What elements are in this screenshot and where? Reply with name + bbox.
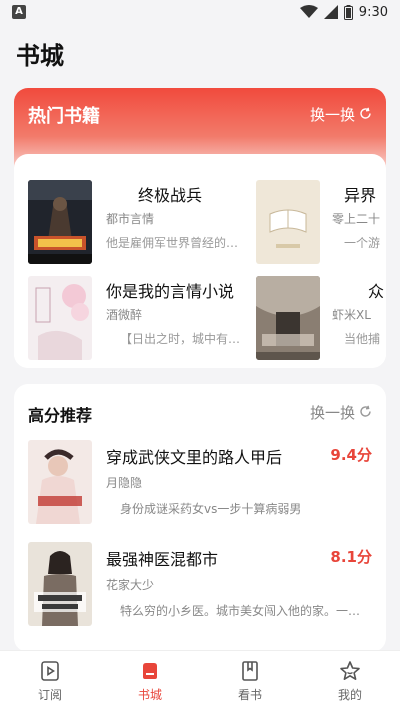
book-icon [239, 660, 261, 682]
tab-label: 书城 [137, 688, 162, 702]
tab-subscribe[interactable]: 订阅 [0, 651, 100, 712]
book-cover [28, 440, 92, 524]
tab-bookstore[interactable]: 书城 [100, 651, 200, 712]
book-cover [28, 276, 92, 360]
book-author: 月隐隐 [106, 476, 143, 490]
tab-mine[interactable]: 我的 [300, 651, 400, 712]
tab-label: 订阅 [37, 688, 62, 702]
book-score: 8.1分 [330, 548, 372, 566]
book-title: 众 [368, 282, 385, 301]
book-title: 你是我的言情小说 [106, 282, 235, 301]
refresh-icon [359, 404, 372, 422]
app-notification-icon: A [12, 5, 26, 19]
book-desc: 他是雇佣军世界曾经的… [106, 236, 239, 250]
tab-label: 看书 [237, 688, 262, 702]
book-cover [256, 180, 320, 264]
book-desc: 当他捕 [344, 332, 381, 346]
book-desc: 特么穷的小乡医。城市美女闯入他的家。一… [120, 604, 361, 618]
status-bar: A 9:30 [0, 0, 400, 24]
recommended-title: 高分推荐 [28, 406, 93, 425]
book-cover [28, 180, 92, 264]
book-author: 酒微醉 [106, 308, 143, 322]
book-desc: 身份成谜采药女vs一步十算病弱男 [120, 502, 302, 516]
recommended-item[interactable]: 穿成武侠文里的路人甲后 9.4分 月隐隐 身份成谜采药女vs一步十算病弱男 [28, 440, 372, 524]
refresh-label: 换一换 [309, 106, 355, 124]
recommended-card: 高分推荐 换一换 穿成武侠文里的路人甲后 9.4分 月隐隐 身份成谜采药女vs一… [14, 384, 386, 652]
recommended-item[interactable]: 最强神医混都市 8.1分 花家大少 特么穷的小乡医。城市美女闯入他的家。一… [28, 542, 372, 626]
book-title: 穿成武侠文里的路人甲后 [106, 448, 283, 467]
tab-reading[interactable]: 看书 [200, 651, 300, 712]
book-title: 最强神医混都市 [106, 550, 219, 569]
book-desc: 一个游 [344, 236, 381, 250]
bookstore-icon [139, 660, 161, 682]
recommended-refresh-button[interactable]: 换一换 [310, 402, 372, 423]
book-score: 9.4分 [330, 446, 372, 464]
book-cover [256, 276, 320, 360]
signal-icon [323, 5, 338, 19]
book-author: 零上二十 [332, 212, 381, 226]
book-cover [28, 542, 92, 626]
book-author: 虾米XL [332, 308, 371, 322]
wifi-icon [299, 5, 318, 19]
hot-books-title: 热门书籍 [28, 106, 100, 127]
book-title: 异界 [344, 186, 377, 205]
hot-books-refresh-button[interactable]: 换一换 [310, 104, 372, 125]
book-author: 花家大少 [106, 578, 155, 592]
star-icon [339, 660, 361, 682]
bottom-tab-bar: 订阅 书城 看书 我的 [0, 650, 400, 712]
hot-book-item[interactable]: 异界 零上二十 一个游 [256, 180, 386, 264]
status-time: 9:30 [358, 4, 388, 20]
book-desc: 【日出之时，城中有… [120, 332, 241, 346]
page-title: 书城 [16, 42, 64, 70]
hot-book-item[interactable]: 你是我的言情小说 酒微醉 【日出之时，城中有… [28, 276, 252, 360]
book-title: 终极战兵 [138, 186, 203, 205]
subscribe-icon [39, 660, 61, 682]
hot-books-grid: 终极战兵 都市言情 他是雇佣军世界曾经的… 异界 零上二十 一个游 你是我的言情… [14, 154, 386, 368]
hot-books-card: 热门书籍 换一换 终极战兵 都市言情 他是雇佣军世界曾经的… 异界 零上二十 一… [14, 88, 386, 368]
refresh-label: 换一换 [309, 404, 355, 422]
book-author: 都市言情 [106, 212, 155, 226]
hot-book-item[interactable]: 众 虾米XL 当他捕 [256, 276, 386, 360]
refresh-icon [359, 106, 372, 124]
battery-icon [343, 4, 353, 20]
hot-book-item[interactable]: 终极战兵 都市言情 他是雇佣军世界曾经的… [28, 180, 252, 264]
tab-label: 我的 [337, 688, 362, 702]
